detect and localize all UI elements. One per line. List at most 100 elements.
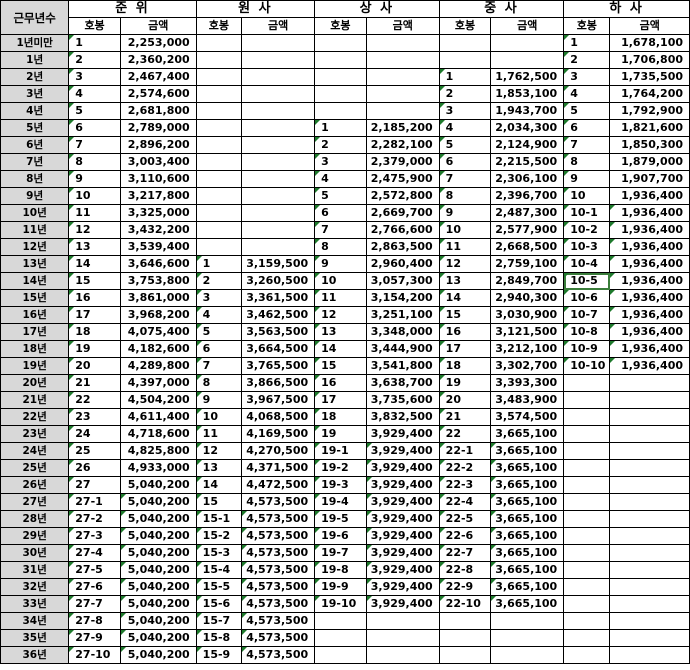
master-sergeant-grade-cell[interactable]: 15-4 — [195, 561, 243, 579]
years-cell[interactable]: 27년 — [0, 493, 70, 511]
staff-sergeant-grade-cell[interactable]: 17 — [438, 340, 492, 358]
master-sergeant-grade-cell[interactable]: 5 — [195, 323, 243, 341]
sergeant-first-class-amount-cell[interactable] — [365, 68, 440, 86]
staff-sergeant-amount-cell[interactable]: 2,215,500 — [490, 153, 565, 171]
sergeant-amount-cell[interactable]: 1,850,300 — [609, 136, 690, 154]
staff-sergeant-amount-cell[interactable]: 1,943,700 — [490, 102, 565, 120]
sergeant-amount-cell[interactable]: 1,936,400 — [609, 289, 690, 307]
staff-sergeant-grade-cell[interactable] — [438, 51, 492, 69]
staff-sergeant-amount-cell[interactable] — [490, 612, 565, 630]
staff-sergeant-amount-cell[interactable] — [490, 51, 565, 69]
sergeant-first-class-grade-cell[interactable]: 12 — [314, 306, 367, 324]
staff-sergeant-amount-cell[interactable]: 3,030,900 — [490, 306, 565, 324]
sergeant-grade-cell[interactable]: 8 — [563, 153, 611, 171]
years-cell[interactable]: 16년 — [0, 306, 70, 324]
master-sergeant-grade-cell[interactable] — [195, 85, 243, 103]
sergeant-grade-cell[interactable] — [563, 510, 611, 528]
warrant-officer-amount-cell[interactable]: 4,182,600 — [119, 340, 197, 358]
years-cell[interactable]: 25년 — [0, 459, 70, 477]
sergeant-grade-cell[interactable]: 10-3 — [563, 238, 611, 256]
years-cell[interactable]: 33년 — [0, 595, 70, 613]
warrant-officer-grade-cell[interactable]: 27-8 — [68, 612, 121, 630]
staff-sergeant-amount-cell[interactable]: 3,302,700 — [490, 357, 565, 375]
years-cell[interactable]: 23년 — [0, 425, 70, 443]
sergeant-grade-cell[interactable] — [563, 493, 611, 511]
sergeant-amount-cell[interactable]: 1,936,400 — [609, 204, 690, 222]
years-cell[interactable]: 18년 — [0, 340, 70, 358]
years-cell[interactable]: 31년 — [0, 561, 70, 579]
master-sergeant-grade-cell[interactable]: 11 — [195, 425, 243, 443]
sergeant-amount-cell[interactable]: 1,879,000 — [609, 153, 690, 171]
staff-sergeant-grade-cell[interactable]: 21 — [438, 408, 492, 426]
sergeant-grade-cell[interactable] — [563, 527, 611, 545]
sergeant-first-class-grade-cell[interactable]: 13 — [314, 323, 367, 341]
staff-sergeant-grade-cell[interactable]: 16 — [438, 323, 492, 341]
master-sergeant-grade-cell[interactable] — [195, 204, 243, 222]
staff-sergeant-grade-cell[interactable] — [438, 34, 492, 52]
sergeant-amount-cell[interactable]: 1,907,700 — [609, 170, 690, 188]
warrant-officer-amount-cell[interactable]: 5,040,200 — [119, 578, 197, 596]
staff-sergeant-grade-cell[interactable]: 3 — [438, 102, 492, 120]
master-sergeant-grade-cell[interactable]: 13 — [195, 459, 243, 477]
sergeant-first-class-grade-cell[interactable]: 19-2 — [314, 459, 367, 477]
warrant-officer-amount-cell[interactable]: 5,040,200 — [119, 527, 197, 545]
master-sergeant-amount-cell[interactable]: 4,573,500 — [241, 612, 316, 630]
years-cell[interactable]: 1년미만 — [0, 34, 70, 52]
staff-sergeant-amount-cell[interactable]: 3,212,100 — [490, 340, 565, 358]
master-sergeant-grade-cell[interactable] — [195, 238, 243, 256]
sergeant-first-class-amount-cell[interactable]: 2,863,500 — [365, 238, 440, 256]
sergeant-grade-cell[interactable] — [563, 374, 611, 392]
staff-sergeant-grade-cell[interactable]: 11 — [438, 238, 492, 256]
warrant-officer-grade-cell[interactable]: 24 — [68, 425, 121, 443]
master-sergeant-amount-cell[interactable]: 3,159,500 — [241, 255, 316, 273]
staff-sergeant-grade-cell[interactable]: 22-3 — [438, 476, 492, 494]
warrant-officer-grade-cell[interactable]: 27-1 — [68, 493, 121, 511]
master-sergeant-grade-cell[interactable]: 14 — [195, 476, 243, 494]
warrant-officer-grade-cell[interactable]: 13 — [68, 238, 121, 256]
years-cell[interactable]: 3년 — [0, 85, 70, 103]
master-sergeant-grade-cell[interactable]: 15-7 — [195, 612, 243, 630]
sergeant-amount-cell[interactable] — [609, 493, 690, 511]
warrant-officer-amount-cell[interactable]: 4,825,800 — [119, 442, 197, 460]
warrant-officer-grade-cell[interactable]: 27-7 — [68, 595, 121, 613]
years-cell[interactable]: 5년 — [0, 119, 70, 137]
sergeant-first-class-grade-cell[interactable] — [314, 629, 367, 647]
grade-header[interactable]: 호봉 — [314, 17, 367, 35]
sergeant-first-class-amount-cell[interactable]: 2,572,800 — [365, 187, 440, 205]
warrant-officer-amount-cell[interactable]: 3,217,800 — [119, 187, 197, 205]
master-sergeant-grade-cell[interactable]: 3 — [195, 289, 243, 307]
rank-header-warrant-officer[interactable]: 준 위 — [68, 0, 197, 18]
staff-sergeant-grade-cell[interactable]: 13 — [438, 272, 492, 290]
sergeant-grade-cell[interactable]: 5 — [563, 102, 611, 120]
warrant-officer-amount-cell[interactable]: 5,040,200 — [119, 510, 197, 528]
sergeant-grade-cell[interactable] — [563, 595, 611, 613]
sergeant-grade-cell[interactable] — [563, 629, 611, 647]
staff-sergeant-grade-cell[interactable]: 22-10 — [438, 595, 492, 613]
sergeant-first-class-amount-cell[interactable]: 2,475,900 — [365, 170, 440, 188]
sergeant-first-class-grade-cell[interactable] — [314, 646, 367, 664]
years-cell[interactable]: 34년 — [0, 612, 70, 630]
sergeant-amount-cell[interactable]: 1,936,400 — [609, 255, 690, 273]
sergeant-first-class-grade-cell[interactable]: 2 — [314, 136, 367, 154]
sergeant-first-class-grade-cell[interactable] — [314, 34, 367, 52]
sergeant-first-class-grade-cell[interactable]: 3 — [314, 153, 367, 171]
sergeant-amount-cell[interactable] — [609, 408, 690, 426]
warrant-officer-amount-cell[interactable]: 2,896,200 — [119, 136, 197, 154]
staff-sergeant-amount-cell[interactable]: 3,665,100 — [490, 595, 565, 613]
warrant-officer-amount-cell[interactable]: 5,040,200 — [119, 629, 197, 647]
sergeant-amount-cell[interactable]: 1,936,400 — [609, 272, 690, 290]
sergeant-amount-cell[interactable] — [609, 561, 690, 579]
warrant-officer-grade-cell[interactable]: 7 — [68, 136, 121, 154]
sergeant-grade-cell[interactable]: 1 — [563, 34, 611, 52]
sergeant-amount-cell[interactable]: 1,936,400 — [609, 187, 690, 205]
sergeant-first-class-grade-cell[interactable]: 5 — [314, 187, 367, 205]
sergeant-grade-cell[interactable]: 10-5 — [563, 272, 611, 290]
warrant-officer-grade-cell[interactable]: 14 — [68, 255, 121, 273]
sergeant-grade-cell[interactable]: 4 — [563, 85, 611, 103]
staff-sergeant-grade-cell[interactable]: 10 — [438, 221, 492, 239]
master-sergeant-grade-cell[interactable]: 12 — [195, 442, 243, 460]
sergeant-first-class-grade-cell[interactable] — [314, 612, 367, 630]
amount-header[interactable]: 금액 — [365, 17, 440, 35]
master-sergeant-amount-cell[interactable] — [241, 85, 316, 103]
staff-sergeant-grade-cell[interactable]: 14 — [438, 289, 492, 307]
